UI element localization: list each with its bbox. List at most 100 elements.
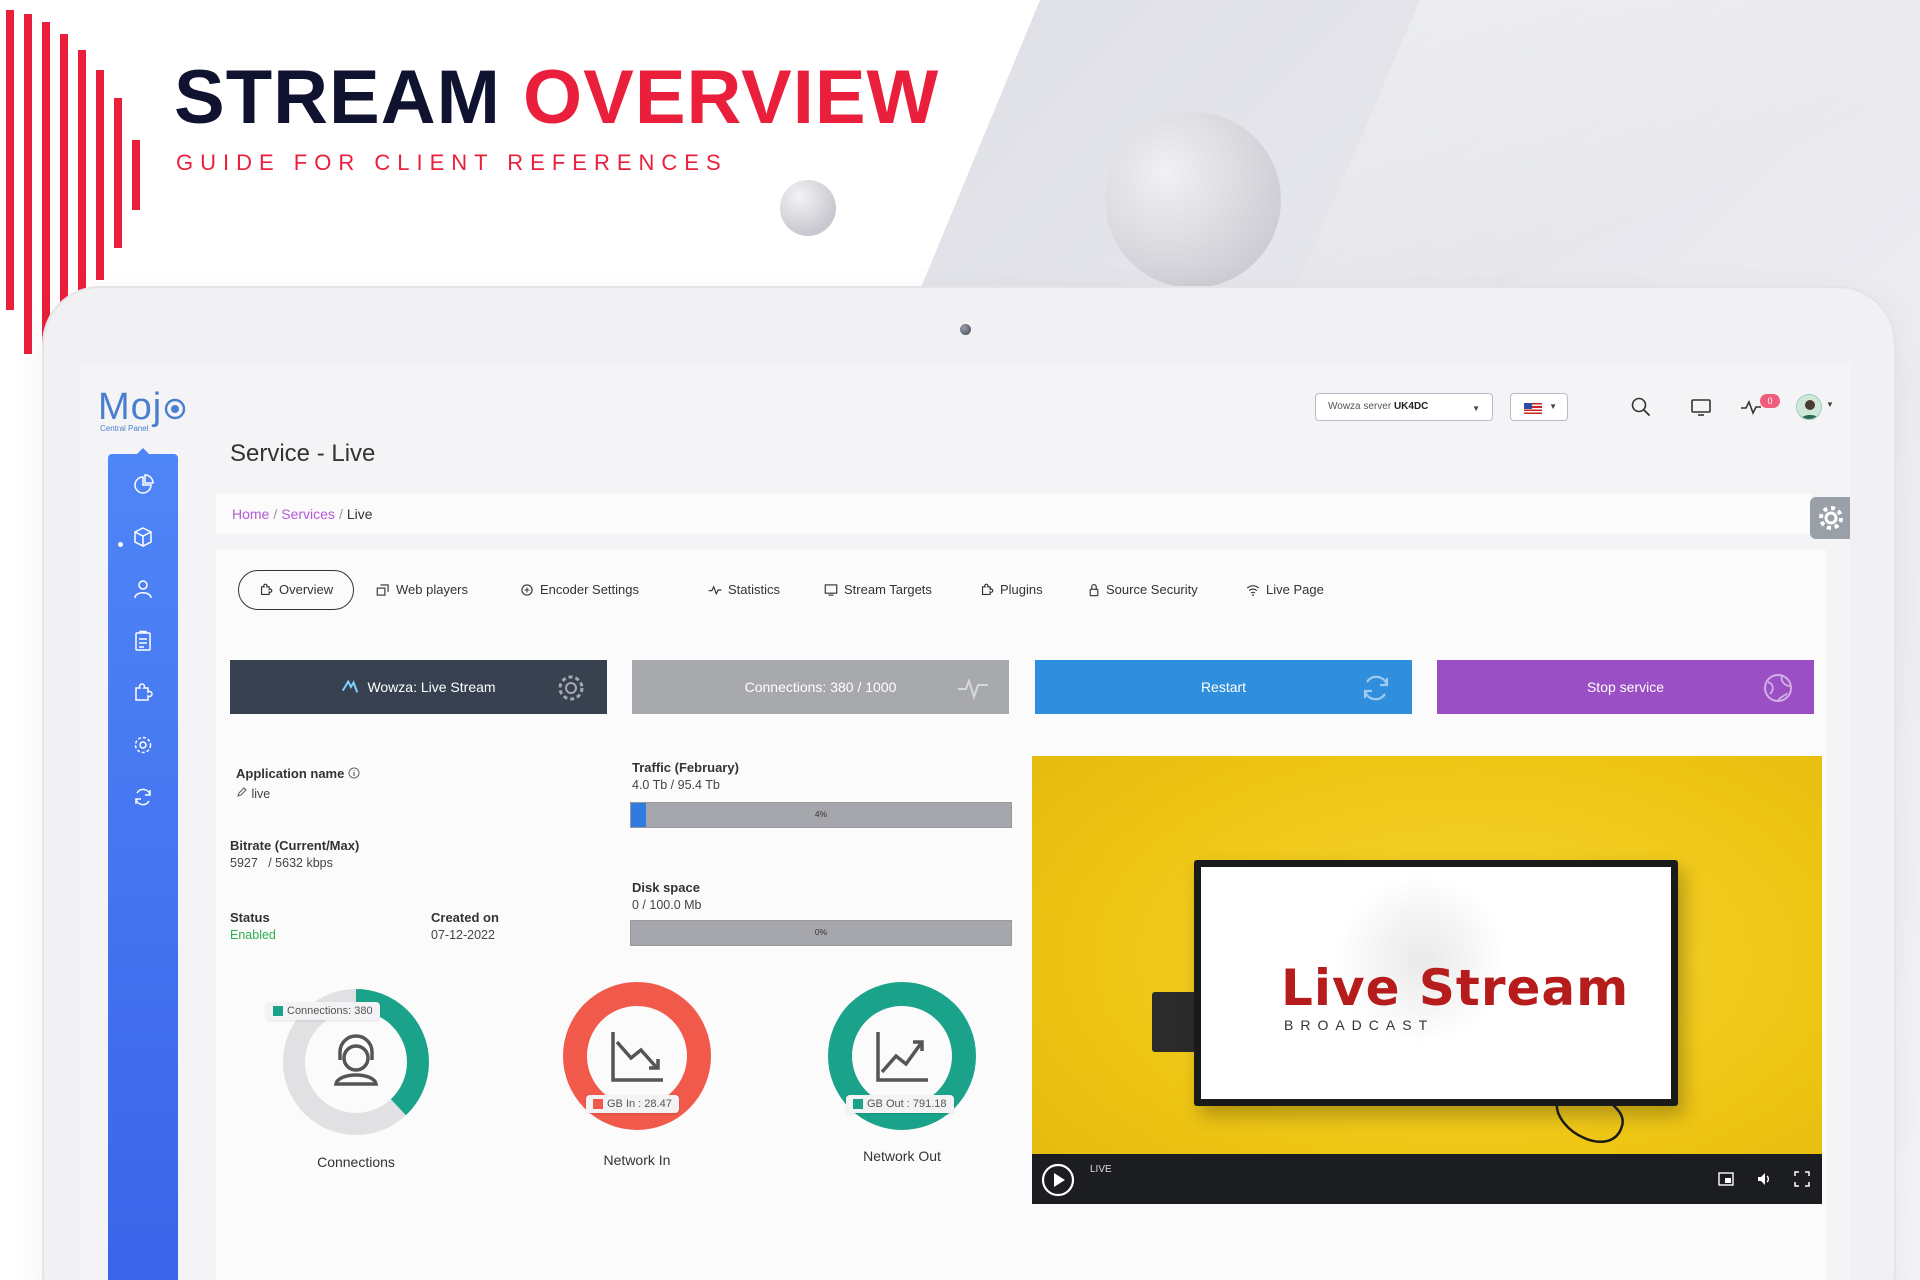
connections-label: Connections: 380 / 1000 (744, 679, 897, 695)
tab-live-page[interactable]: Live Page (1246, 570, 1324, 610)
gear-icon (1819, 506, 1843, 530)
app-name-label: Application name (236, 766, 360, 781)
connections-chip-text: Connections: 380 (287, 1005, 373, 1017)
breadcrumb: Home / Services / Live (216, 494, 1812, 534)
legend-square (273, 1006, 283, 1016)
tab-label: Plugins (1000, 582, 1043, 597)
activity-icon[interactable] (1740, 396, 1762, 418)
puzzle-icon[interactable] (132, 682, 154, 704)
tab-overview[interactable]: Overview (238, 570, 355, 610)
banner-title: STREAM OVERVIEW (174, 54, 939, 141)
active-indicator (118, 542, 123, 547)
restart-label: Restart (1200, 679, 1247, 695)
wifi-icon (1246, 585, 1260, 596)
app-name-value[interactable]: live (236, 786, 270, 801)
monitor-icon[interactable] (1690, 396, 1712, 418)
traffic-value: 4.0 Tb / 95.4 Tb (632, 778, 720, 792)
pulse-icon (708, 585, 722, 596)
refresh-icon (1363, 675, 1389, 701)
notification-badge: 0 (1760, 394, 1780, 408)
pie-chart-icon[interactable] (132, 474, 154, 496)
connections-gauge-label: Connections (317, 1154, 395, 1170)
tab-source-security[interactable]: Source Security (1088, 570, 1198, 610)
monitor-icon (824, 584, 838, 596)
clipboard-icon[interactable] (132, 630, 154, 652)
tab-label: Statistics (728, 582, 781, 597)
traffic-progress: 4% (630, 802, 1012, 828)
breadcrumb-services[interactable]: Services (281, 506, 335, 522)
server-select[interactable]: Wowza server UK4DC ▼ (1315, 393, 1493, 421)
tab-label: Overview (279, 582, 334, 597)
restart-button[interactable]: Restart (1035, 660, 1412, 714)
chevron-down-icon: ▼ (1472, 404, 1480, 413)
disk-percent: 0% (814, 927, 828, 937)
info-icon[interactable] (348, 767, 360, 779)
page-title: Service - Live (230, 440, 376, 467)
pulse-icon (958, 677, 988, 701)
status-value: Enabled (230, 928, 276, 942)
puzzle-icon (981, 583, 994, 596)
tab-label: Live Page (1266, 582, 1324, 597)
picture-in-picture-icon[interactable] (1718, 1171, 1734, 1187)
logo-o-icon (164, 398, 186, 420)
sidebar (108, 454, 178, 1280)
tab-web-players[interactable]: Web players (376, 570, 468, 610)
breadcrumb-separator: / (273, 506, 278, 522)
user-icon[interactable] (132, 578, 154, 600)
fullscreen-icon[interactable] (1794, 1171, 1810, 1187)
app-name-text: live (251, 787, 271, 801)
legend-square (853, 1099, 863, 1109)
avatar[interactable] (1796, 394, 1822, 420)
tv-cable (1555, 1101, 1624, 1143)
refresh-icon[interactable] (132, 786, 154, 808)
tv-image: Live Stream BROADCAST (1194, 860, 1678, 1106)
wowza-app-button[interactable]: Wowza: Live Stream (230, 660, 607, 714)
connections-button[interactable]: Connections: 380 / 1000 (632, 660, 1009, 714)
tab-plugins[interactable]: Plugins (980, 570, 1043, 610)
tab-label: Encoder Settings (540, 582, 640, 597)
network-out-chip: GB Out : 791.18 (846, 1095, 954, 1113)
chevron-down-icon: ▼ (1549, 402, 1557, 411)
app-logo[interactable]: Moj Central Panel (98, 386, 188, 436)
gear-icon (558, 675, 584, 701)
tab-statistics[interactable]: Statistics (708, 570, 780, 610)
video-player[interactable]: Live Stream BROADCAST LIVE (1032, 756, 1822, 1204)
chart-up-icon (876, 1032, 928, 1082)
search-icon[interactable] (1630, 396, 1652, 418)
video-subline: BROADCAST (1284, 1017, 1435, 1033)
volume-icon[interactable] (1756, 1171, 1772, 1187)
breadcrumb-current: Live (346, 506, 373, 522)
chart-down-icon (611, 1032, 663, 1082)
play-icon[interactable] (1040, 1162, 1076, 1198)
camera-dot (960, 324, 971, 335)
puzzle-icon (260, 583, 273, 596)
us-flag-icon (1524, 403, 1542, 414)
status-label: Status (230, 910, 270, 925)
traffic-percent: 4% (814, 809, 828, 819)
settings-drawer-button[interactable] (1810, 497, 1850, 539)
network-out-gauge-label: Network Out (863, 1148, 941, 1164)
logo-text: Moj (98, 386, 163, 428)
stop-service-label: Stop service (1586, 679, 1665, 695)
player-controls: LIVE (1032, 1154, 1822, 1204)
created-on-value: 07-12-2022 (431, 928, 495, 942)
lock-icon (1089, 584, 1099, 597)
banner-title-accent: OVERVIEW (523, 55, 940, 140)
banner-title-main: STREAM (174, 55, 501, 140)
stop-service-button[interactable]: Stop service (1437, 660, 1814, 714)
tab-stream-targets[interactable]: Stream Targets (824, 570, 932, 610)
chevron-down-icon[interactable]: ▼ (1826, 400, 1834, 409)
tab-encoder-settings[interactable]: Encoder Settings (520, 570, 639, 610)
cube-icon[interactable] (132, 526, 154, 548)
disk-label: Disk space (632, 880, 700, 895)
server-prefix: Wowza server (1328, 401, 1392, 412)
breadcrumb-separator: / (338, 506, 343, 522)
user-avatar-icon (1800, 400, 1820, 419)
legend-square (593, 1099, 603, 1109)
settings-icon[interactable] (132, 734, 154, 756)
live-indicator: LIVE (1090, 1164, 1112, 1175)
language-select[interactable]: ▼ (1510, 393, 1568, 421)
breadcrumb-home[interactable]: Home (232, 506, 269, 522)
bitrate-label: Bitrate (Current/Max) (230, 838, 360, 853)
video-headline: Live Stream (1281, 959, 1630, 1017)
